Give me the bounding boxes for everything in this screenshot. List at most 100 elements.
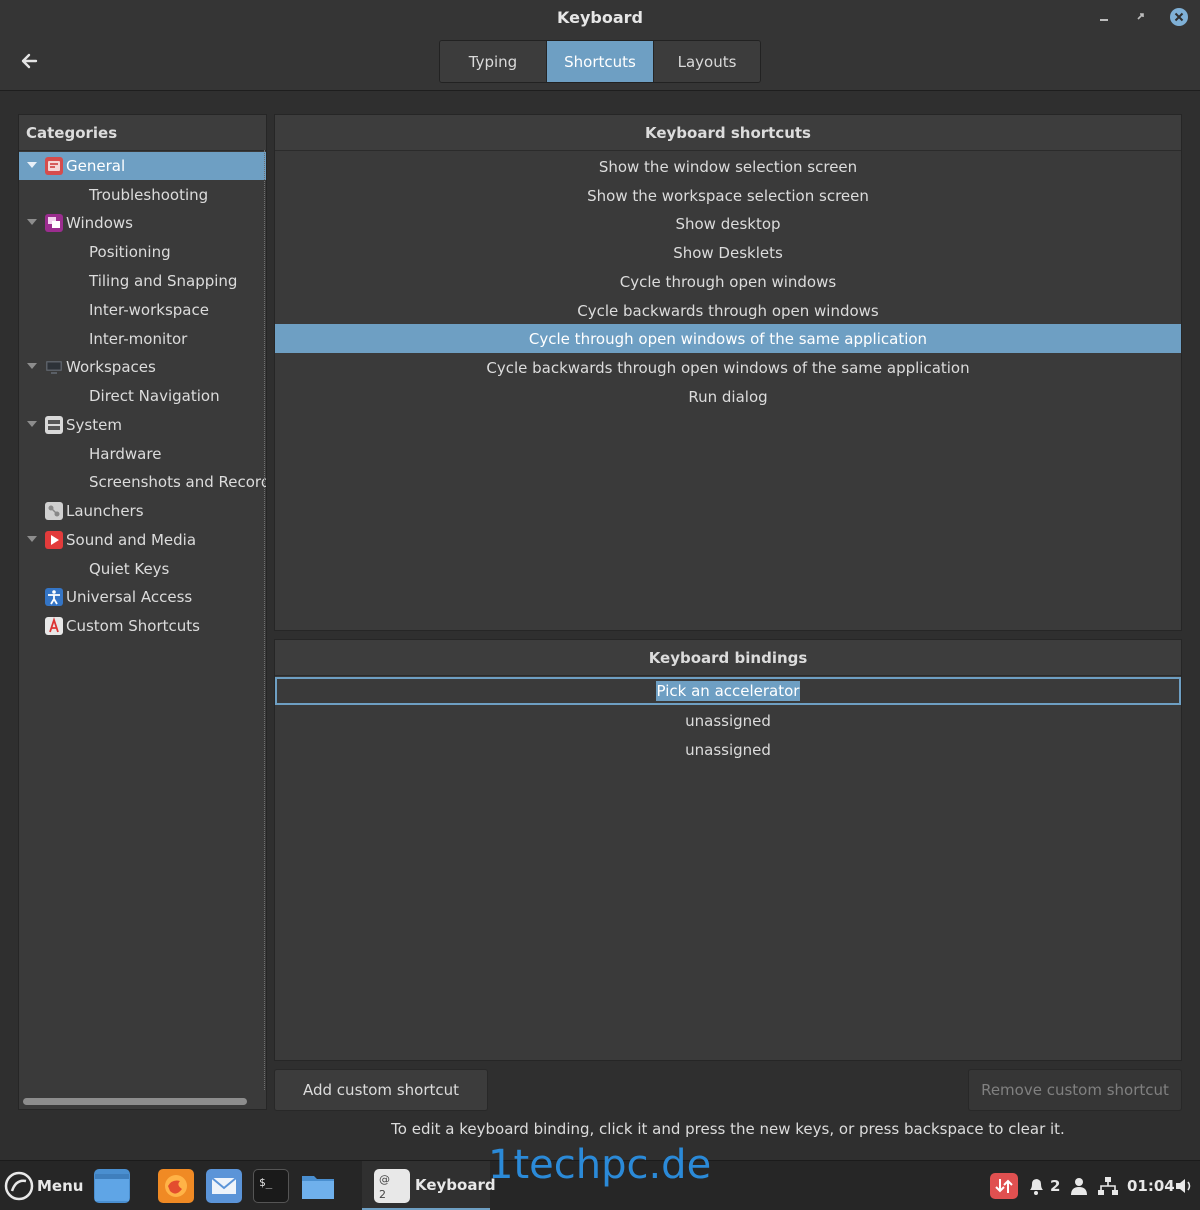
mail-icon[interactable] <box>206 1169 242 1203</box>
taskbar-window-label: Keyboard <box>415 1176 496 1194</box>
category-label: Universal Access <box>66 588 193 606</box>
category-label: Tiling and Snapping <box>89 272 238 290</box>
category-custom-shortcuts[interactable]: Custom Shortcuts <box>19 612 266 640</box>
category-label: Windows <box>66 214 133 232</box>
close-button[interactable] <box>1168 6 1190 28</box>
category-inter-workspace[interactable]: Inter-workspace <box>19 296 266 324</box>
category-direct-navigation[interactable]: Direct Navigation <box>19 382 266 410</box>
notifications-applet[interactable]: 2 <box>1026 1161 1062 1210</box>
category-tiling-snapping[interactable]: Tiling and Snapping <box>19 267 266 295</box>
svg-text:$_: $_ <box>259 1176 273 1189</box>
category-hardware[interactable]: Hardware <box>19 440 266 468</box>
category-troubleshooting[interactable]: Troubleshooting <box>19 181 266 209</box>
shortcut-row[interactable]: Run dialog <box>275 382 1181 411</box>
category-quiet-keys[interactable]: Quiet Keys <box>19 555 266 583</box>
horizontal-scrollbar[interactable] <box>23 1098 247 1105</box>
tab-layouts[interactable]: Layouts <box>654 41 760 82</box>
menu-button[interactable]: Menu <box>4 1161 84 1210</box>
expander-icon[interactable] <box>27 219 37 225</box>
workspace-badge: 2 <box>1050 1177 1061 1195</box>
tab-shortcuts[interactable]: Shortcuts <box>547 41 654 82</box>
close-icon <box>1170 8 1188 26</box>
category-label: Inter-workspace <box>89 301 209 319</box>
shortcut-row[interactable]: Cycle backwards through open windows of … <box>275 353 1181 382</box>
back-arrow-icon <box>21 53 38 69</box>
add-custom-shortcut-button[interactable]: Add custom shortcut <box>274 1069 488 1111</box>
shortcut-row[interactable]: Show the window selection screen <box>275 152 1181 181</box>
shortcut-row[interactable]: Cycle backwards through open windows <box>275 296 1181 325</box>
menu-label: Menu <box>37 1177 84 1195</box>
expander-icon[interactable] <box>27 363 37 369</box>
network-applet[interactable] <box>1097 1161 1119 1210</box>
category-positioning[interactable]: Positioning <box>19 238 266 266</box>
custom-shortcuts-icon <box>45 617 63 635</box>
categories-header[interactable]: Categories <box>19 115 266 151</box>
category-workspaces[interactable]: Workspaces <box>19 353 266 381</box>
category-label: Positioning <box>89 243 171 261</box>
shortcut-row[interactable]: Cycle through open windows <box>275 267 1181 296</box>
keyboard-app-icon: @2 <box>374 1169 410 1203</box>
accelerator-prompt: Pick an accelerator <box>655 681 801 701</box>
binding-row[interactable]: unassigned <box>275 735 1181 764</box>
sound-applet[interactable] <box>1174 1161 1194 1210</box>
category-label: Screenshots and Recordir <box>89 473 266 491</box>
firefox-icon[interactable] <box>158 1169 194 1203</box>
clock: 01:04 <box>1127 1177 1175 1195</box>
expander-icon[interactable] <box>27 421 37 427</box>
minimize-icon <box>1100 19 1108 21</box>
user-applet[interactable] <box>1069 1161 1089 1210</box>
category-universal-access[interactable]: Universal Access <box>19 583 266 611</box>
volume-icon <box>1176 1179 1191 1193</box>
category-label: Direct Navigation <box>89 387 220 405</box>
shortcut-row[interactable]: Show the workspace selection screen <box>275 181 1181 210</box>
update-manager-icon[interactable] <box>990 1173 1018 1199</box>
watermark: 1techpc.de <box>488 1142 712 1188</box>
mint-logo-icon <box>4 1171 34 1201</box>
category-launchers[interactable]: Launchers <box>19 497 266 525</box>
general-icon <box>45 157 63 175</box>
bindings-header[interactable]: Keyboard bindings <box>275 640 1181 676</box>
category-sound-media[interactable]: Sound and Media <box>19 526 266 554</box>
clock-applet[interactable]: 01:04 <box>1127 1161 1175 1210</box>
expander-icon[interactable] <box>27 536 37 542</box>
taskbar-window-keyboard[interactable]: @2 Keyboard <box>362 1161 496 1210</box>
terminal-icon[interactable]: $_ <box>253 1169 289 1203</box>
tab-bar: Typing Shortcuts Layouts <box>439 40 761 83</box>
show-desktop-icon[interactable] <box>94 1169 130 1203</box>
bell-icon <box>1030 1179 1043 1195</box>
minimize-button[interactable] <box>1093 6 1115 28</box>
network-icon <box>1098 1177 1118 1195</box>
help-text: To edit a keyboard binding, click it and… <box>391 1120 1065 1138</box>
svg-text:2: 2 <box>379 1188 386 1201</box>
category-label: General <box>66 157 126 175</box>
bindings-panel: Keyboard bindings Pick an accelerator un… <box>274 639 1182 1061</box>
shortcut-row[interactable]: Show desktop <box>275 209 1181 238</box>
user-icon <box>1071 1178 1087 1195</box>
category-system[interactable]: System <box>19 411 266 439</box>
tab-typing[interactable]: Typing <box>440 41 547 82</box>
category-screenshots-recording[interactable]: Screenshots and Recordir <box>19 468 266 496</box>
category-label: Troubleshooting <box>89 186 209 204</box>
workspaces-icon <box>45 358 63 376</box>
windows-icon <box>45 214 63 232</box>
shortcuts-panel: Keyboard shortcuts Show the window selec… <box>274 114 1182 631</box>
binding-row[interactable]: unassigned <box>275 706 1181 735</box>
launchers-icon <box>45 502 63 520</box>
accelerator-input[interactable]: Pick an accelerator <box>275 677 1181 705</box>
category-label: System <box>66 416 122 434</box>
category-general[interactable]: General <box>19 152 266 180</box>
categories-panel: Categories General Troubleshooting Windo… <box>18 114 267 1110</box>
category-label: Inter-monitor <box>89 330 188 348</box>
shortcuts-header[interactable]: Keyboard shortcuts <box>275 115 1181 151</box>
category-windows[interactable]: Windows <box>19 209 266 237</box>
svg-text:@: @ <box>379 1173 390 1186</box>
remove-custom-shortcut-button[interactable]: Remove custom shortcut <box>968 1069 1182 1111</box>
category-inter-monitor[interactable]: Inter-monitor <box>19 325 266 353</box>
files-icon[interactable] <box>300 1169 336 1203</box>
shortcut-row-selected[interactable]: Cycle through open windows of the same a… <box>275 324 1181 353</box>
shortcut-row[interactable]: Show Desklets <box>275 238 1181 267</box>
maximize-button[interactable] <box>1130 6 1152 28</box>
expander-icon[interactable] <box>27 162 37 168</box>
category-label: Hardware <box>89 445 162 463</box>
back-button[interactable] <box>14 46 44 76</box>
